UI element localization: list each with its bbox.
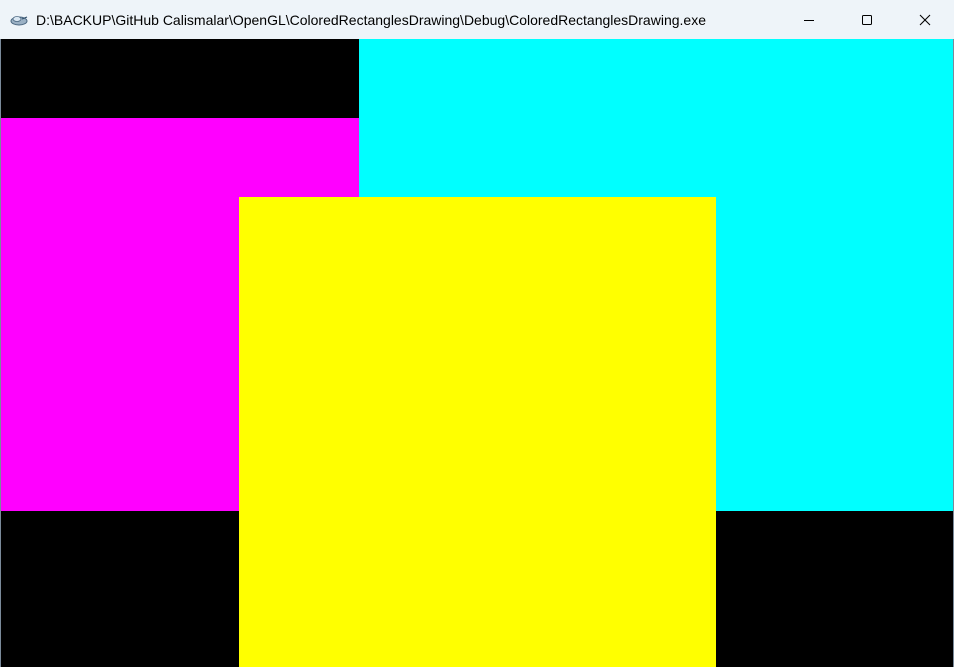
yellow-rectangle [239, 197, 716, 667]
maximize-button[interactable] [838, 0, 896, 39]
maximize-icon [862, 14, 872, 25]
window-controls [780, 0, 954, 39]
app-window: D:\BACKUP\GitHub Calismalar\OpenGL\Color… [0, 0, 954, 667]
close-icon [919, 14, 931, 25]
close-button[interactable] [896, 0, 954, 39]
minimize-button[interactable] [780, 0, 838, 39]
window-title: D:\BACKUP\GitHub Calismalar\OpenGL\Color… [36, 11, 706, 28]
app-icon [10, 11, 28, 29]
title-bar[interactable]: D:\BACKUP\GitHub Calismalar\OpenGL\Color… [0, 0, 954, 39]
window-border-left [0, 39, 1, 667]
opengl-canvas[interactable] [1, 39, 953, 667]
minimize-icon [804, 19, 814, 21]
